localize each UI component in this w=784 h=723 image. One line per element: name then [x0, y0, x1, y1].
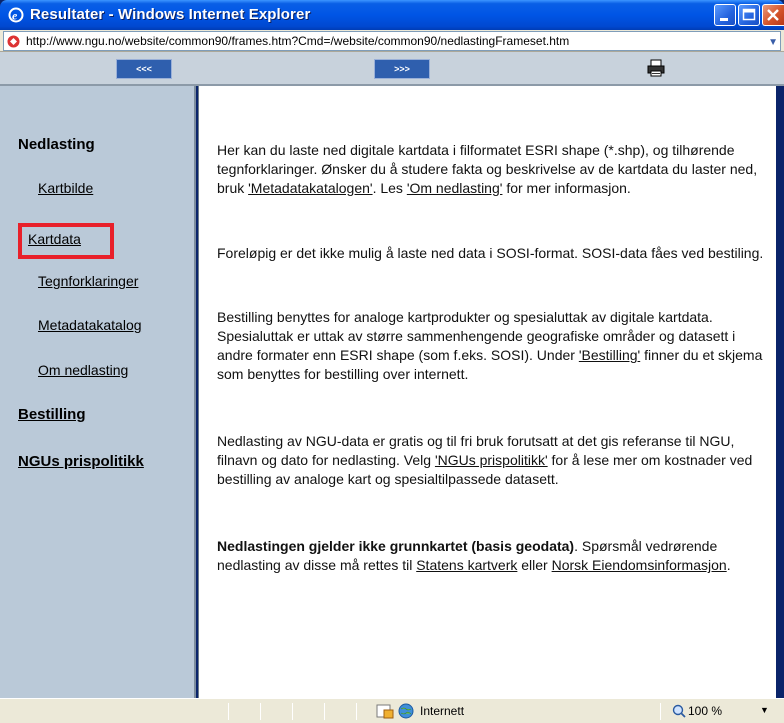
- address-field[interactable]: http://www.ngu.no/website/common90/frame…: [3, 31, 781, 51]
- norsk-eiendomsinformasjon-link[interactable]: Norsk Eiendomsinformasjon: [552, 557, 727, 573]
- status-zone-label: Internett: [420, 704, 465, 718]
- sidebar-item-prispolitikk[interactable]: NGUs prispolitikk: [18, 453, 144, 470]
- paragraph-text: for mer informasjon.: [502, 180, 631, 196]
- status-separator: [228, 703, 229, 720]
- paragraph-text: eller: [517, 557, 552, 573]
- highlight-box: [18, 223, 114, 259]
- printer-icon[interactable]: [646, 59, 666, 77]
- paragraph-sosi: Foreløpig er det ikke mulig å laste ned …: [217, 245, 764, 261]
- status-separator: [324, 703, 325, 720]
- browser-window: e Resultater - Windows Internet Explorer…: [0, 0, 784, 723]
- zoom-icon[interactable]: [672, 704, 686, 718]
- metadatakatalogen-link[interactable]: 'Metadatakatalogen': [248, 180, 372, 196]
- statens-kartverk-link[interactable]: Statens kartverk: [416, 557, 517, 573]
- status-separator: [260, 703, 261, 720]
- paragraph-prispolitikk: Nedlasting av NGU-data er gratis og til …: [217, 432, 769, 489]
- status-separator: [292, 703, 293, 720]
- close-button[interactable]: [762, 4, 784, 26]
- sidebar: Nedlasting Kartbilde Kartdata Tegnforkla…: [0, 86, 196, 698]
- svg-text:e: e: [12, 9, 18, 23]
- bestilling-link[interactable]: 'Bestilling': [579, 347, 640, 363]
- address-dropdown-icon[interactable]: ▼: [768, 37, 778, 48]
- content-frame: Her kan du laste ned digitale kartdata i…: [198, 86, 784, 698]
- sidebar-item-tegnforklaringer[interactable]: Tegnforklaringer: [38, 273, 138, 289]
- sidebar-item-kartbilde[interactable]: Kartbilde: [38, 180, 93, 196]
- paragraph-text: . Les: [372, 180, 407, 196]
- status-separator: [660, 703, 661, 720]
- minimize-button[interactable]: [714, 4, 736, 26]
- sidebar-item-om-nedlasting[interactable]: Om nedlasting: [38, 362, 128, 378]
- maximize-icon: [742, 8, 756, 21]
- paragraph-grunnkart: Nedlastingen gjelder ikke grunnkartet (b…: [217, 537, 769, 575]
- om-nedlasting-link[interactable]: 'Om nedlasting': [407, 180, 503, 196]
- sidebar-heading-nedlasting: Nedlasting: [18, 136, 95, 153]
- sidebar-item-metadatakatalog[interactable]: Metadatakatalog: [38, 317, 142, 333]
- sidebar-item-bestilling[interactable]: Bestilling: [18, 406, 86, 423]
- paragraph-intro: Her kan du laste ned digitale kartdata i…: [217, 141, 769, 198]
- internet-zone-icon: [398, 703, 414, 719]
- window-border-right: [776, 86, 784, 698]
- zoom-level[interactable]: 100 %: [688, 704, 722, 718]
- back-button[interactable]: <<<: [116, 59, 172, 79]
- minimize-icon: [720, 18, 728, 21]
- maximize-button[interactable]: [738, 4, 760, 26]
- prispolitikk-link[interactable]: 'NGUs prispolitikk': [435, 452, 548, 468]
- zoom-dropdown-icon[interactable]: ▼: [760, 705, 769, 715]
- title-bar: e Resultater - Windows Internet Explorer: [0, 0, 784, 30]
- paragraph-bold-text: Nedlastingen gjelder ikke grunnkartet (b…: [217, 538, 575, 554]
- address-bar: http://www.ngu.no/website/common90/frame…: [0, 30, 784, 52]
- status-bar: Internett 100 % ▼: [0, 698, 784, 723]
- close-icon: [767, 9, 779, 21]
- status-separator: [356, 703, 357, 720]
- forward-button[interactable]: >>>: [374, 59, 430, 79]
- page-favicon-icon: [7, 35, 20, 48]
- top-nav-frame: <<< >>>: [0, 52, 784, 86]
- protected-mode-icon[interactable]: [376, 703, 394, 719]
- window-title: Resultater - Windows Internet Explorer: [30, 6, 311, 23]
- internet-explorer-icon: e: [8, 7, 24, 23]
- paragraph-text: .: [726, 557, 731, 573]
- paragraph-bestilling: Bestilling benyttes for analoge kartprod…: [217, 308, 769, 384]
- address-url: http://www.ngu.no/website/common90/frame…: [26, 34, 570, 48]
